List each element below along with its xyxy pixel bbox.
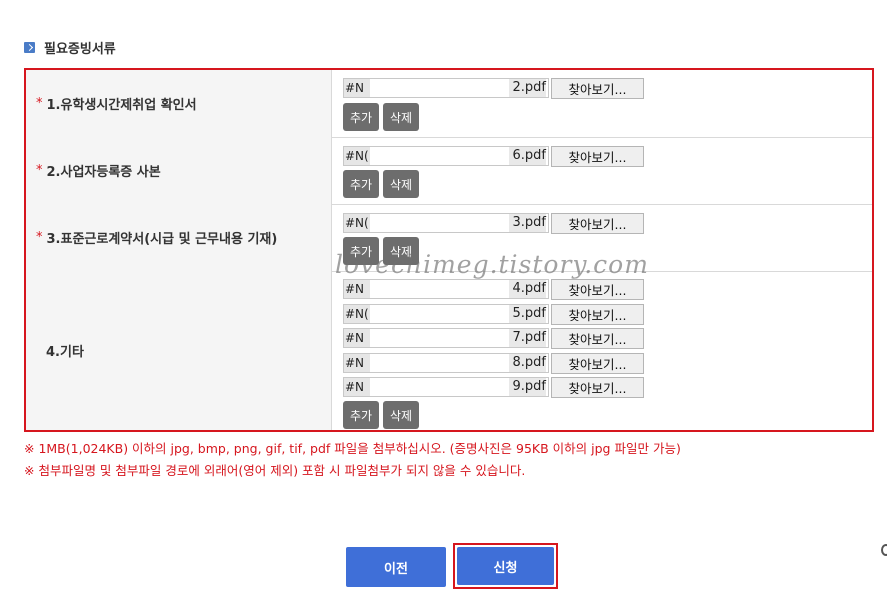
note-file-name: ※ 첨부파일명 및 첨부파일 경로에 외래어(영어 제외) 포함 시 파일첨부가… [24,463,526,478]
browse-button[interactable]: 찾아보기... [551,77,644,99]
notes: ※ 1MB(1,024KB) 이하의 jpg, bmp, png, gif, t… [24,440,681,484]
add-file-button[interactable]: 추가 [343,103,379,131]
file-line: #N 9.pdf 찾아보기... [343,376,644,398]
note-file-format: ※ 1MB(1,024KB) 이하의 jpg, bmp, png, gif, t… [24,441,681,456]
file-path-field[interactable]: #N 8.pdf [343,353,549,373]
row-label-cell: * 1.유학생시간제취업 확인서 [26,70,332,137]
file-path-field[interactable]: #N( 5.pdf [343,304,549,324]
table-row: * 2.사업자등록증 사본 #N( 6.pdf 찾아보기... 추가 삭제 [26,137,872,205]
browse-button[interactable]: 찾아보기... [551,376,644,398]
file-line: #N( 3.pdf 찾아보기... [343,212,644,234]
file-name-suffix: 5.pdf [508,305,546,323]
browse-button[interactable]: 찾아보기... [551,278,644,300]
row-actions: 추가 삭제 [343,170,419,198]
file-path-prefix: #N( [344,214,371,232]
watermark: lovechimeg.tistory.com [335,250,649,279]
row-label: 4.기타 [46,345,84,360]
file-line: #N 7.pdf 찾아보기... [343,327,644,349]
delete-file-button[interactable]: 삭제 [383,401,419,429]
row-actions: 추가 삭제 [343,103,419,131]
add-file-button[interactable]: 추가 [343,401,379,429]
file-name-suffix: 6.pdf [508,147,546,165]
file-path-prefix: #N [344,329,371,347]
file-name-suffix: 8.pdf [508,354,546,372]
row-label: 1.유학생시간제취업 확인서 [46,98,197,113]
file-path-prefix: #N( [344,305,371,323]
table-row: * 1.유학생시간제취업 확인서 #N 2.pdf 찾아보기... 추가 삭제 [26,70,872,138]
required-mark: * [36,230,43,245]
file-name-suffix: 7.pdf [508,329,546,347]
row-label-cell: * 3.표준근로계약서(시급 및 근무내용 기재) [26,204,332,271]
file-name-suffix: 3.pdf [508,214,546,232]
browse-button[interactable]: 찾아보기... [551,145,644,167]
row-label-cell: 4.기타 [26,271,332,430]
file-name-suffix: 9.pdf [508,378,546,396]
row-label-cell: * 2.사업자등록증 사본 [26,137,332,204]
row-label: 3.표준근로계약서(시급 및 근무내용 기재) [46,232,278,247]
file-path-field[interactable]: #N 9.pdf [343,377,549,397]
file-path-prefix: #N [344,79,371,97]
browse-button[interactable]: 찾아보기... [551,212,644,234]
file-path-prefix: #N [344,280,371,298]
browse-button[interactable]: 찾아보기... [551,352,644,374]
file-path-field[interactable]: #N( 3.pdf [343,213,549,233]
file-line: #N( 5.pdf 찾아보기... [343,303,644,325]
file-name-suffix: 2.pdf [508,79,546,97]
delete-file-button[interactable]: 삭제 [383,103,419,131]
file-line: #N( 6.pdf 찾아보기... [343,145,644,167]
file-path-field[interactable]: #N 2.pdf [343,78,549,98]
file-line: #N 8.pdf 찾아보기... [343,352,644,374]
file-line: #N 2.pdf 찾아보기... [343,77,644,99]
file-path-prefix: #N( [344,147,371,165]
section-title: 필요증빙서류 [44,41,116,57]
scroll-edge-icon [881,544,887,556]
delete-file-button[interactable]: 삭제 [383,170,419,198]
prev-button[interactable]: 이전 [346,547,446,587]
file-name-suffix: 4.pdf [508,280,546,298]
file-path-field[interactable]: #N 4.pdf [343,279,549,299]
arrow-right-icon [24,41,35,53]
file-path-field[interactable]: #N( 6.pdf [343,146,549,166]
row-label: 2.사업자등록증 사본 [46,165,161,180]
row-actions: 추가 삭제 [343,401,419,429]
required-mark: * [36,96,43,111]
file-path-field[interactable]: #N 7.pdf [343,328,549,348]
file-line: #N 4.pdf 찾아보기... [343,278,644,300]
add-file-button[interactable]: 추가 [343,170,379,198]
file-path-prefix: #N [344,354,371,372]
browse-button[interactable]: 찾아보기... [551,303,644,325]
apply-button[interactable]: 신청 [457,547,554,585]
section-header: 필요증빙서류 [24,38,116,57]
table-row: 4.기타 #N 4.pdf 찾아보기... #N( 5.pdf 찾아보기... … [26,271,872,430]
apply-button-highlight: 신청 [453,543,558,589]
browse-button[interactable]: 찾아보기... [551,327,644,349]
file-path-prefix: #N [344,378,371,396]
required-mark: * [36,163,43,178]
